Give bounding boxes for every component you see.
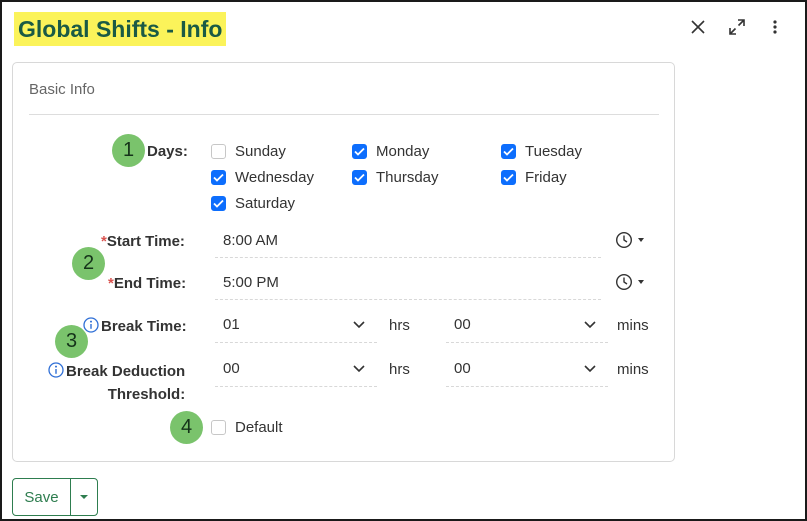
checkbox-checked-icon xyxy=(352,170,367,185)
day-label: Friday xyxy=(525,169,567,186)
break-threshold-label-line1: Break Deduction xyxy=(66,363,186,380)
day-checkbox-thursday[interactable]: Thursday xyxy=(352,169,439,186)
checkbox-checked-icon xyxy=(501,170,516,185)
default-label: Default xyxy=(235,419,283,436)
section-title: Basic Info xyxy=(29,81,95,98)
end-time-clock-dropdown[interactable] xyxy=(613,271,647,293)
default-checkbox[interactable]: Default xyxy=(211,419,283,436)
end-time-input[interactable]: 5:00 PM xyxy=(215,266,601,300)
break-time-label: Break Time: xyxy=(83,317,187,335)
end-time-label: *End Time: xyxy=(108,275,186,292)
checkbox-checked-icon xyxy=(501,144,516,159)
save-options-dropdown[interactable] xyxy=(71,479,97,515)
hours-unit-label: hrs xyxy=(389,317,410,334)
step-badge-4: 4 xyxy=(170,411,203,444)
info-icon[interactable] xyxy=(48,362,64,378)
day-label: Monday xyxy=(376,143,430,160)
checkbox-checked-icon xyxy=(211,196,226,211)
mins-unit-label: mins xyxy=(617,317,649,334)
clock-icon xyxy=(615,273,644,291)
break-time-mins-select[interactable]: 00 xyxy=(446,307,608,343)
start-time-input[interactable]: 8:00 AM xyxy=(215,224,601,258)
select-value: 00 xyxy=(454,360,471,377)
window-frame: Global Shifts - Info Basic Info 1 Days: … xyxy=(0,0,807,521)
break-time-label-text: Break Time: xyxy=(101,318,187,335)
select-value: 01 xyxy=(223,316,240,333)
break-threshold-mins-select[interactable]: 00 xyxy=(446,351,608,387)
break-threshold-label: Break Deduction Threshold: xyxy=(48,360,185,406)
day-checkbox-monday[interactable]: Monday xyxy=(352,143,429,160)
caret-down-icon xyxy=(80,495,88,499)
day-label: Saturday xyxy=(235,195,296,212)
page-title: Global Shifts - Info xyxy=(14,12,227,46)
step-badge-3: 3 xyxy=(55,325,88,358)
break-threshold-hours-select[interactable]: 00 xyxy=(215,351,377,387)
more-vertical-icon[interactable] xyxy=(764,16,786,38)
day-checkbox-tuesday[interactable]: Tuesday xyxy=(501,143,582,160)
chevron-down-icon xyxy=(584,365,596,373)
day-checkbox-wednesday[interactable]: Wednesday xyxy=(211,169,314,186)
hours-unit-label: hrs xyxy=(389,361,410,378)
chevron-down-icon xyxy=(353,321,365,329)
day-label: Sunday xyxy=(235,143,286,160)
save-button[interactable]: Save xyxy=(13,479,71,515)
checkbox-unchecked-icon xyxy=(211,420,226,435)
break-time-hours-select[interactable]: 01 xyxy=(215,307,377,343)
close-icon[interactable] xyxy=(687,16,709,38)
chevron-down-icon xyxy=(353,365,365,373)
save-button-group: Save xyxy=(12,478,98,516)
break-threshold-label-line2: Threshold: xyxy=(107,386,186,403)
chevron-down-icon xyxy=(584,321,596,329)
expand-icon[interactable] xyxy=(726,16,748,38)
days-label: Days: xyxy=(147,143,188,160)
basic-info-card: Basic Info 1 Days: Sunday Monday Tuesday… xyxy=(12,62,675,462)
start-time-label: *Start Time: xyxy=(101,233,185,250)
checkbox-unchecked-icon xyxy=(211,144,226,159)
mins-unit-label: mins xyxy=(617,361,649,378)
start-time-clock-dropdown[interactable] xyxy=(613,229,647,251)
day-checkbox-friday[interactable]: Friday xyxy=(501,169,567,186)
info-icon[interactable] xyxy=(83,317,99,333)
checkbox-checked-icon xyxy=(352,144,367,159)
clock-icon xyxy=(615,231,644,249)
day-label: Thursday xyxy=(376,169,439,186)
checkbox-checked-icon xyxy=(211,170,226,185)
day-checkbox-saturday[interactable]: Saturday xyxy=(211,195,295,212)
end-time-label-text: End Time: xyxy=(113,275,187,292)
step-badge-1: 1 xyxy=(112,134,145,167)
section-divider xyxy=(29,114,659,115)
start-time-label-text: Start Time: xyxy=(106,233,185,250)
day-checkbox-sunday[interactable]: Sunday xyxy=(211,143,286,160)
step-badge-2: 2 xyxy=(72,247,105,280)
day-label: Tuesday xyxy=(525,143,582,160)
day-label: Wednesday xyxy=(235,169,314,186)
select-value: 00 xyxy=(223,360,240,377)
select-value: 00 xyxy=(454,316,471,333)
